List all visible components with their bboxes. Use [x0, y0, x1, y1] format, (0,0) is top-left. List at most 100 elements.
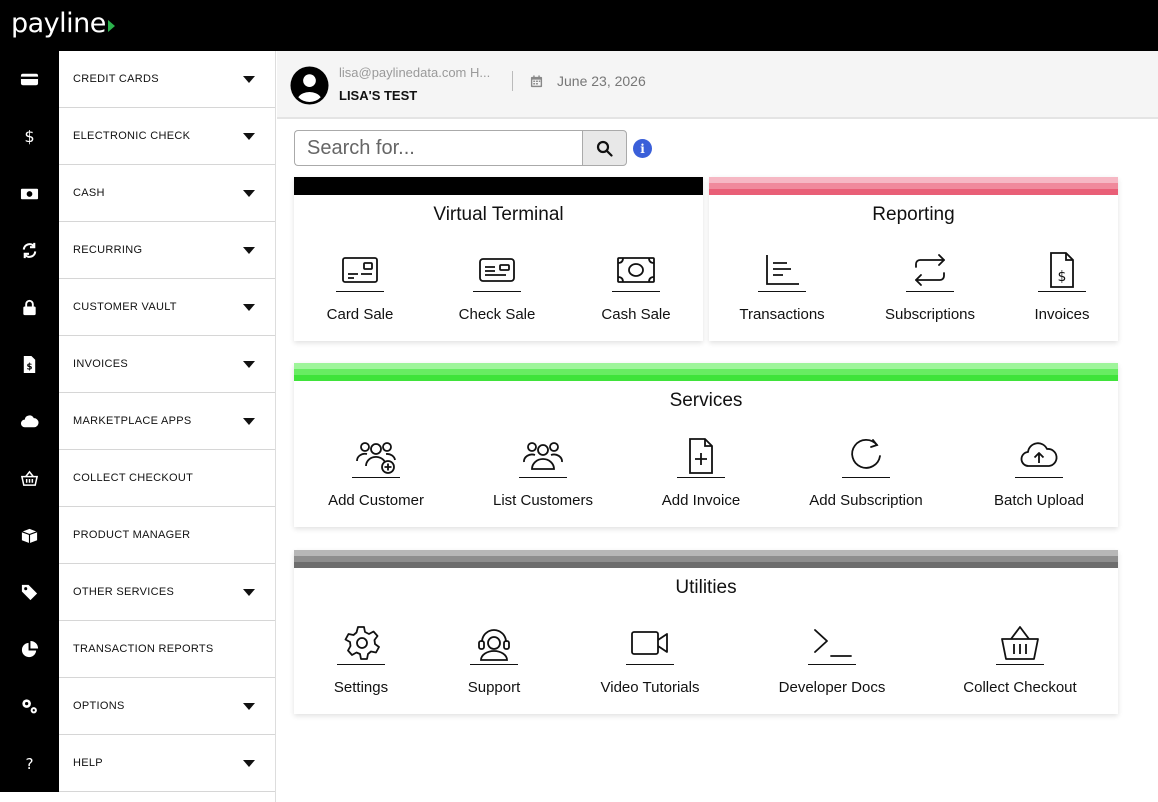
check-sale-tile[interactable]: Check Sale — [459, 249, 535, 323]
caret-down-icon — [243, 303, 255, 311]
search-input[interactable] — [294, 130, 584, 166]
sidebar-item-label: CREDIT CARDS — [73, 73, 159, 85]
checkout-basket-icon — [1001, 626, 1039, 660]
sidebar-item-electronic-check[interactable]: $ ELECTRONIC CHECK — [0, 107, 275, 165]
tile-underline — [1038, 291, 1086, 292]
sidebar-item-label: RECURRING — [73, 244, 143, 256]
sidebar-item-label: OPTIONS — [73, 700, 125, 712]
cash-icon — [0, 164, 59, 222]
add-subscription-tile[interactable]: Add Subscription — [804, 435, 928, 509]
tile-label: Subscriptions — [884, 306, 976, 323]
card-sale-icon — [342, 257, 378, 283]
svg-text:$: $ — [24, 127, 34, 146]
sidebar-item-options[interactable]: OPTIONS — [0, 677, 275, 735]
account-email: lisa@paylinedata.com H... — [339, 65, 491, 80]
tile-underline — [626, 664, 674, 665]
tile-underline — [612, 291, 660, 292]
sidebar-item-collect-checkout[interactable]: COLLECT CHECKOUT — [0, 449, 275, 507]
video-tutorials-tile[interactable]: Video Tutorials — [596, 622, 704, 696]
transactions-icon — [766, 255, 799, 285]
tile-label: Add Invoice — [661, 492, 741, 509]
sidebar-item-customer-vault[interactable]: CUSTOMER VAULT — [0, 278, 275, 336]
caret-down-icon — [243, 588, 255, 596]
box-icon — [0, 506, 59, 564]
lock-icon — [0, 278, 59, 336]
add-invoice-icon — [689, 438, 713, 474]
services-card: Services Add Customer List Customers Add… — [294, 363, 1118, 527]
sidebar-item-other-services[interactable]: OTHER SERVICES — [0, 563, 275, 621]
tile-underline — [1015, 477, 1063, 478]
payline-logo[interactable]: payline — [11, 8, 115, 39]
card-title: Virtual Terminal — [433, 204, 564, 225]
tile-underline — [677, 477, 725, 478]
sidebar-item-recurring[interactable]: RECURRING — [0, 221, 275, 279]
card-title: Services — [669, 390, 743, 411]
svg-text:?: ? — [25, 755, 33, 773]
caret-down-icon — [243, 132, 255, 140]
caret-down-icon — [243, 189, 255, 197]
info-icon[interactable]: i — [633, 139, 652, 158]
invoices-tile[interactable]: $ Invoices — [1031, 249, 1093, 323]
header-divider — [512, 71, 513, 91]
sidebar-item-help[interactable]: ? HELP — [0, 734, 275, 792]
tile-label: Add Customer — [328, 492, 424, 509]
sidebar-item-label: COLLECT CHECKOUT — [73, 472, 194, 484]
sidebar-item-invoices[interactable]: $ INVOICES — [0, 335, 275, 393]
card-color-bar — [294, 363, 1118, 381]
sidebar-item-label: OTHER SERVICES — [73, 586, 175, 598]
invoices-icon: $ — [1050, 252, 1074, 288]
caret-down-icon — [243, 246, 255, 254]
sidebar-item-label: MARKETPLACE APPS — [73, 415, 192, 427]
search-button[interactable] — [582, 130, 627, 166]
caret-down-icon — [243, 759, 255, 767]
tile-underline — [473, 291, 521, 292]
caret-down-icon — [243, 75, 255, 83]
collect-checkout-tile[interactable]: Collect Checkout — [958, 622, 1082, 696]
transactions-tile[interactable]: Transactions — [735, 249, 829, 323]
add-customer-tile[interactable]: Add Customer — [326, 435, 426, 509]
sidebar-item-product-manager[interactable]: PRODUCT MANAGER — [0, 506, 275, 564]
add-subscription-icon — [851, 438, 881, 469]
list-customers-tile[interactable]: List Customers — [488, 435, 598, 509]
caret-down-icon — [243, 360, 255, 368]
card-sale-tile[interactable]: Card Sale — [326, 249, 394, 323]
tile-underline — [337, 664, 385, 665]
sidebar-item-transaction-reports[interactable]: TRANSACTION REPORTS — [0, 620, 275, 678]
sidebar: CREDIT CARDS $ ELECTRONIC CHECK CASH REC… — [0, 50, 276, 802]
cash-sale-tile[interactable]: Cash Sale — [599, 249, 673, 323]
support-tile[interactable]: Support — [460, 622, 528, 696]
search-icon — [596, 140, 613, 157]
tile-label: List Customers — [492, 492, 594, 509]
developer-docs-tile[interactable]: Developer Docs — [776, 622, 888, 696]
support-headset-icon — [478, 629, 510, 661]
card-title: Reporting — [872, 204, 955, 225]
tile-label: Developer Docs — [778, 679, 886, 696]
batch-upload-tile[interactable]: Batch Upload — [988, 435, 1090, 509]
tile-underline — [842, 477, 890, 478]
utilities-card: Utilities Settings Support Video Tutoria… — [294, 550, 1118, 714]
sidebar-item-cash[interactable]: CASH — [0, 164, 275, 222]
sidebar-item-credit-cards[interactable]: CREDIT CARDS — [0, 50, 275, 108]
tile-label: Cash Sale — [601, 306, 671, 323]
account-name[interactable]: LISA'S TEST — [339, 88, 417, 103]
sidebar-item-marketplace-apps[interactable]: MARKETPLACE APPS — [0, 392, 275, 450]
add-invoice-tile[interactable]: Add Invoice — [658, 435, 744, 509]
tile-underline — [758, 291, 806, 292]
sidebar-item-label: PRODUCT MANAGER — [73, 529, 191, 541]
tile-underline — [906, 291, 954, 292]
dollar-icon: $ — [0, 107, 59, 165]
caret-down-icon — [243, 702, 255, 710]
sidebar-item-label: CUSTOMER VAULT — [73, 301, 177, 313]
list-customers-icon — [523, 442, 563, 470]
tile-underline — [470, 664, 518, 665]
tile-label: Check Sale — [458, 306, 536, 323]
reporting-card: Reporting Transactions Subscriptions $ I… — [709, 177, 1118, 341]
sidebar-item-label: ELECTRONIC CHECK — [73, 130, 191, 142]
tile-underline — [808, 664, 856, 665]
subscriptions-tile[interactable]: Subscriptions — [880, 249, 980, 323]
settings-tile[interactable]: Settings — [328, 622, 394, 696]
calendar-icon — [530, 75, 543, 88]
subscriptions-icon — [915, 254, 945, 286]
settings-gear-icon — [344, 626, 380, 660]
user-avatar-icon[interactable] — [290, 66, 329, 105]
